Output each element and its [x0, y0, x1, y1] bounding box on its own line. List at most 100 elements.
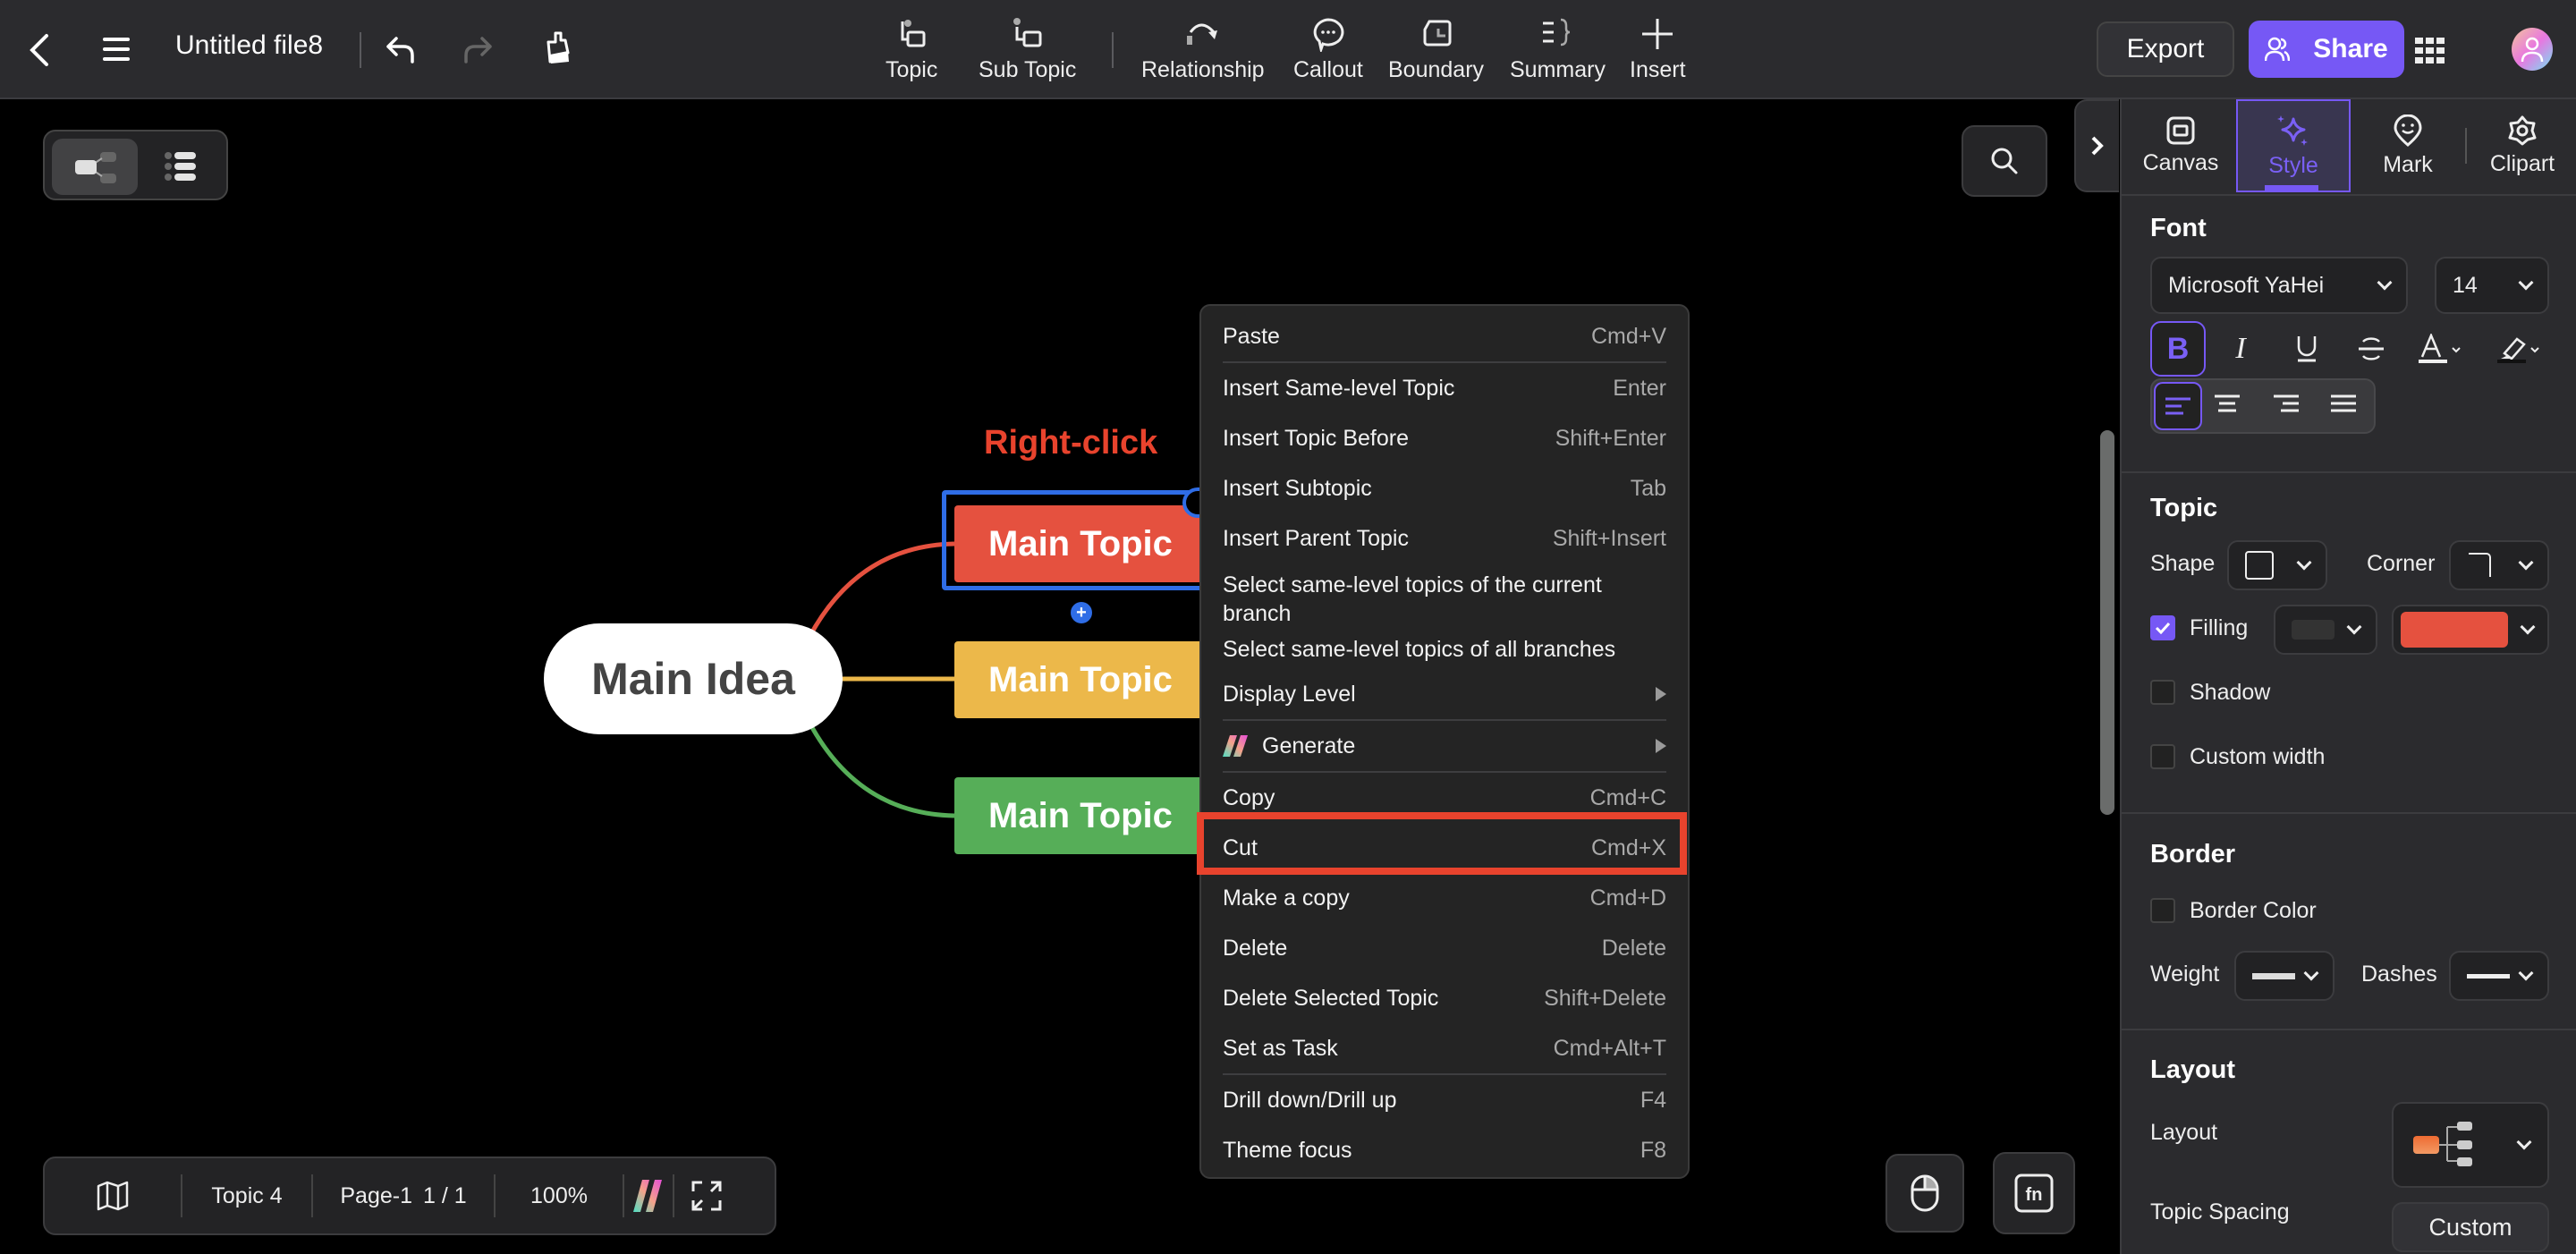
shape-select[interactable]: [2227, 540, 2327, 590]
corner-icon: [2469, 553, 2491, 577]
main-topic-3[interactable]: Main Topic: [954, 777, 1205, 854]
menu-item-select-all-branches[interactable]: Select same-level topics of all branches: [1201, 631, 1688, 667]
menu-item-insert-before[interactable]: Insert Topic Before Shift+Enter: [1201, 413, 1688, 463]
align-left-button[interactable]: [2154, 382, 2202, 430]
fn-key-icon: fn: [2014, 1174, 2054, 1213]
sparkle-icon: [2277, 114, 2308, 146]
tab-canvas[interactable]: Canvas: [2123, 99, 2238, 192]
menu-item-theme-focus[interactable]: Theme focus F8: [1201, 1125, 1688, 1175]
tool-insert[interactable]: Insert: [1630, 16, 1686, 83]
filling-checkbox[interactable]: [2150, 615, 2175, 640]
tab-mark[interactable]: Mark: [2351, 99, 2465, 192]
underline-icon: [2297, 336, 2317, 362]
justify-button[interactable]: [2331, 391, 2356, 422]
check-icon: [2155, 622, 2171, 634]
justify-icon: [2331, 394, 2356, 412]
fullscreen-button[interactable]: [674, 1158, 739, 1233]
summary-icon: [1543, 18, 1571, 47]
border-dashes-select[interactable]: [2449, 951, 2549, 1001]
export-button[interactable]: Export: [2097, 21, 2234, 77]
tool-summary[interactable]: Summary: [1510, 16, 1606, 83]
menu-item-insert-same-level[interactable]: Insert Same-level Topic Enter: [1201, 363, 1688, 413]
menu-item-insert-parent[interactable]: Insert Parent Topic Shift+Insert: [1201, 513, 1688, 563]
tool-boundary[interactable]: Boundary: [1388, 16, 1484, 83]
connector-1: [807, 541, 955, 639]
fill-color-select[interactable]: [2392, 605, 2549, 655]
custom-width-checkbox[interactable]: [2150, 744, 2175, 769]
ai-logo-icon: [1223, 735, 1248, 757]
menu-item-make-copy[interactable]: Make a copy Cmd+D: [1201, 873, 1688, 923]
layout-label: Layout: [2150, 1120, 2218, 1145]
topic-spacing-button[interactable]: Custom: [2392, 1202, 2549, 1252]
align-right-icon: [2274, 394, 2299, 412]
connector-3: [807, 721, 955, 818]
align-right-button[interactable]: [2274, 391, 2299, 422]
avatar[interactable]: [2512, 28, 2553, 71]
menu-item-delete[interactable]: Delete Delete: [1201, 923, 1688, 973]
ai-button[interactable]: [624, 1158, 673, 1233]
properties-panel: Canvas Style Mark Clipart Font Microsoft…: [2120, 99, 2576, 1254]
corner-select[interactable]: [2449, 540, 2549, 590]
shadow-checkbox[interactable]: [2150, 680, 2175, 705]
menu-item-drill[interactable]: Drill down/Drill up F4: [1201, 1075, 1688, 1125]
collapse-panel-button[interactable]: [2074, 99, 2119, 192]
font-size-select[interactable]: 14: [2435, 257, 2549, 314]
selection-outline: [942, 490, 1210, 590]
shortcut-keys-button[interactable]: fn: [1993, 1152, 2075, 1234]
menu-item-insert-subtopic[interactable]: Insert Subtopic Tab: [1201, 463, 1688, 513]
italic-button[interactable]: I: [2213, 321, 2268, 377]
search-icon: [1991, 148, 2018, 174]
chevron-right-icon: [2091, 136, 2104, 156]
divider: [2122, 1029, 2576, 1030]
chevron-down-icon: [2377, 275, 2393, 291]
custom-width-label: Custom width: [2190, 744, 2326, 769]
weight-label: Weight: [2150, 962, 2220, 987]
menu-item-delete-selected[interactable]: Delete Selected Topic Shift+Delete: [1201, 973, 1688, 1023]
mouse-mode-button[interactable]: [1885, 1154, 1964, 1233]
share-button[interactable]: Share: [2249, 21, 2404, 78]
bold-button[interactable]: B: [2150, 321, 2206, 377]
align-left-icon: [2165, 397, 2190, 415]
add-topic-button[interactable]: +: [1071, 602, 1092, 623]
line-weight-preview: [2252, 972, 2295, 979]
minimap-button[interactable]: [45, 1158, 181, 1233]
chevron-down-icon: [2346, 619, 2362, 635]
align-center-icon: [2215, 394, 2240, 412]
menu-item-generate[interactable]: Generate: [1201, 721, 1688, 771]
border-weight-select[interactable]: [2234, 951, 2334, 1001]
underline-button[interactable]: [2279, 321, 2334, 377]
page-selector[interactable]: Page-1 1 / 1: [313, 1158, 494, 1233]
highlighter-icon: [2497, 337, 2539, 363]
apps-grid-icon[interactable]: [2415, 38, 2445, 64]
strikethrough-button[interactable]: [2343, 321, 2399, 377]
menu-item-paste[interactable]: Paste Cmd+V: [1201, 311, 1688, 361]
border-color-checkbox[interactable]: [2150, 898, 2175, 923]
layout-select[interactable]: [2392, 1102, 2549, 1188]
canvas-scrollbar[interactable]: [2100, 430, 2114, 815]
menu-item-set-task[interactable]: Set as Task Cmd+Alt+T: [1201, 1023, 1688, 1073]
highlight-button[interactable]: [2487, 321, 2553, 377]
zoom-level[interactable]: 100%: [496, 1158, 623, 1233]
central-topic[interactable]: Main Idea: [544, 623, 843, 734]
search-button[interactable]: [1962, 125, 2047, 197]
border-section-title: Border: [2150, 840, 2236, 868]
ai-logo-icon: [633, 1180, 662, 1212]
menu-item-select-current-branch[interactable]: Select same-level topics of the current …: [1201, 563, 1688, 631]
font-section-title: Font: [2150, 214, 2207, 242]
tab-clipart[interactable]: Clipart: [2465, 99, 2576, 192]
main-topic-2[interactable]: Main Topic: [954, 641, 1205, 718]
menu-item-display-level[interactable]: Display Level: [1201, 669, 1688, 719]
font-color-button[interactable]: [2408, 321, 2474, 377]
divider: [2122, 812, 2576, 814]
fill-color-swatch: [2401, 612, 2508, 648]
corner-label: Corner: [2367, 551, 2436, 576]
chevron-down-icon: [2518, 555, 2534, 571]
chevron-down-icon: [2518, 275, 2534, 291]
chevron-down-icon: [2518, 965, 2534, 981]
tool-callout[interactable]: Callout: [1293, 16, 1363, 83]
align-center-button[interactable]: [2215, 391, 2240, 422]
fill-pattern-select[interactable]: [2274, 605, 2377, 655]
tab-style[interactable]: Style: [2236, 99, 2351, 192]
dash-style-preview: [2467, 973, 2510, 979]
font-family-select[interactable]: Microsoft YaHei: [2150, 257, 2408, 314]
